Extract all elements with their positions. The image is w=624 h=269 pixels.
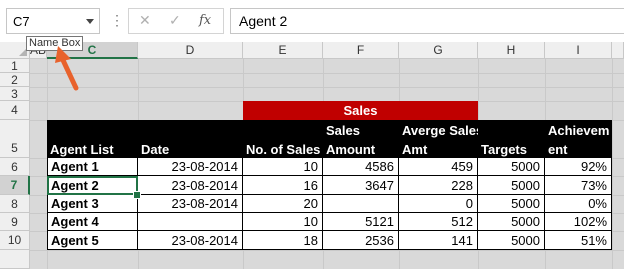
header-avg-sales: Averge Sales Amt bbox=[399, 120, 478, 158]
cell-sales-amount[interactable]: 3647 bbox=[323, 176, 399, 195]
cell-achievement[interactable]: 0% bbox=[545, 195, 612, 213]
column-header-d[interactable]: D bbox=[138, 42, 243, 59]
active-cell-selection[interactable] bbox=[47, 176, 138, 195]
column-header-h[interactable]: H bbox=[478, 42, 545, 59]
header-achievement-line1: Achievem bbox=[548, 123, 610, 138]
header-sales-amount-line2: Amount bbox=[326, 142, 376, 157]
cell-target[interactable]: 5000 bbox=[478, 195, 545, 213]
cell-achievement[interactable]: 73% bbox=[545, 176, 612, 195]
cell-date[interactable]: 23-08-2014 bbox=[138, 231, 243, 250]
header-avg-sales-line2: Amt bbox=[402, 142, 428, 157]
row-header-10[interactable]: 10 bbox=[0, 231, 30, 250]
pointer-arrow-icon bbox=[55, 46, 79, 91]
row-header-9[interactable]: 9 bbox=[0, 213, 30, 231]
formula-bar-area: C7 ⋮ ✕ ✓ fx Agent 2 bbox=[0, 0, 624, 40]
header-agent-list: Agent List bbox=[47, 120, 138, 158]
cell-avg-sales[interactable]: 228 bbox=[399, 176, 478, 195]
cell-date[interactable] bbox=[138, 213, 243, 231]
row-header-8[interactable]: 8 bbox=[0, 195, 30, 213]
cell-date[interactable]: 23-08-2014 bbox=[138, 195, 243, 213]
cell-no-of-sales[interactable]: 16 bbox=[243, 176, 323, 195]
row-header-1[interactable]: 1 bbox=[0, 59, 30, 73]
column-header-e[interactable]: E bbox=[243, 42, 323, 59]
gridline-horizontal bbox=[30, 250, 624, 251]
column-header-g[interactable]: G bbox=[399, 42, 478, 59]
chevron-down-icon[interactable] bbox=[86, 19, 94, 24]
gridline-horizontal bbox=[30, 73, 624, 74]
cell-target[interactable]: 5000 bbox=[478, 176, 545, 195]
cell-agent[interactable]: Agent 3 bbox=[47, 195, 138, 213]
cell-target[interactable]: 5000 bbox=[478, 213, 545, 231]
header-sales-amount-line1: Sales bbox=[326, 123, 360, 138]
header-achievement: Achievem ent bbox=[545, 120, 612, 158]
cell-sales-amount[interactable]: 5121 bbox=[323, 213, 399, 231]
row-header-2[interactable]: 2 bbox=[0, 73, 30, 87]
gridline-vertical bbox=[612, 59, 613, 269]
formula-buttons: ✕ ✓ fx bbox=[128, 8, 224, 34]
header-achievement-line2: ent bbox=[548, 142, 568, 157]
gridline-horizontal bbox=[30, 87, 624, 88]
name-box-value: C7 bbox=[13, 14, 30, 29]
cell-no-of-sales[interactable]: 18 bbox=[243, 231, 323, 250]
row-header-11[interactable] bbox=[0, 250, 30, 269]
row-header-7[interactable]: 7 bbox=[0, 176, 30, 195]
insert-function-icon[interactable]: fx bbox=[199, 13, 211, 28]
cell-no-of-sales[interactable]: 20 bbox=[243, 195, 323, 213]
enter-check-icon[interactable]: ✓ bbox=[169, 12, 181, 29]
column-header-i[interactable]: I bbox=[545, 42, 612, 59]
header-no-of-sales: No. of Sales bbox=[243, 120, 323, 158]
fill-handle[interactable] bbox=[133, 191, 141, 199]
row-header-6[interactable]: 6 bbox=[0, 158, 30, 176]
cell-no-of-sales[interactable]: 10 bbox=[243, 213, 323, 231]
cell-agent[interactable]: Agent 5 bbox=[47, 231, 138, 250]
cell-no-of-sales[interactable]: 10 bbox=[243, 158, 323, 176]
row-header-4[interactable]: 4 bbox=[0, 101, 30, 120]
cell-avg-sales[interactable]: 512 bbox=[399, 213, 478, 231]
column-header-j[interactable] bbox=[612, 42, 624, 59]
row-header-3[interactable]: 3 bbox=[0, 87, 30, 101]
cell-avg-sales[interactable]: 141 bbox=[399, 231, 478, 250]
cell-date[interactable]: 23-08-2014 bbox=[138, 158, 243, 176]
cell-target[interactable]: 5000 bbox=[478, 231, 545, 250]
row-header-5[interactable]: 5 bbox=[0, 120, 30, 158]
cell-sales-amount[interactable]: 4586 bbox=[323, 158, 399, 176]
cell-achievement[interactable]: 92% bbox=[545, 158, 612, 176]
cell-date[interactable]: 23-08-2014 bbox=[138, 176, 243, 195]
more-options-icon[interactable]: ⋮ bbox=[110, 12, 124, 29]
formula-value: Agent 2 bbox=[239, 13, 288, 29]
header-avg-sales-line1: Averge Sales bbox=[402, 123, 478, 138]
cancel-icon[interactable]: ✕ bbox=[139, 12, 151, 29]
name-box[interactable]: C7 bbox=[6, 8, 100, 34]
header-sales-amount: Sales Amount bbox=[323, 120, 399, 158]
cell-sales-amount[interactable] bbox=[323, 195, 399, 213]
header-date: Date bbox=[138, 120, 243, 158]
cell-achievement[interactable]: 51% bbox=[545, 231, 612, 250]
formula-input[interactable]: Agent 2 bbox=[230, 8, 624, 34]
header-targets: Targets bbox=[478, 120, 545, 158]
cell-achievement[interactable]: 102% bbox=[545, 213, 612, 231]
cell-avg-sales[interactable]: 459 bbox=[399, 158, 478, 176]
cell-agent[interactable]: Agent 4 bbox=[47, 213, 138, 231]
cell-avg-sales[interactable]: 0 bbox=[399, 195, 478, 213]
cell-sales-amount[interactable]: 2536 bbox=[323, 231, 399, 250]
cell-agent[interactable]: Agent 1 bbox=[47, 158, 138, 176]
sales-banner: Sales bbox=[243, 101, 478, 120]
cell-target[interactable]: 5000 bbox=[478, 158, 545, 176]
column-header-f[interactable]: F bbox=[323, 42, 399, 59]
